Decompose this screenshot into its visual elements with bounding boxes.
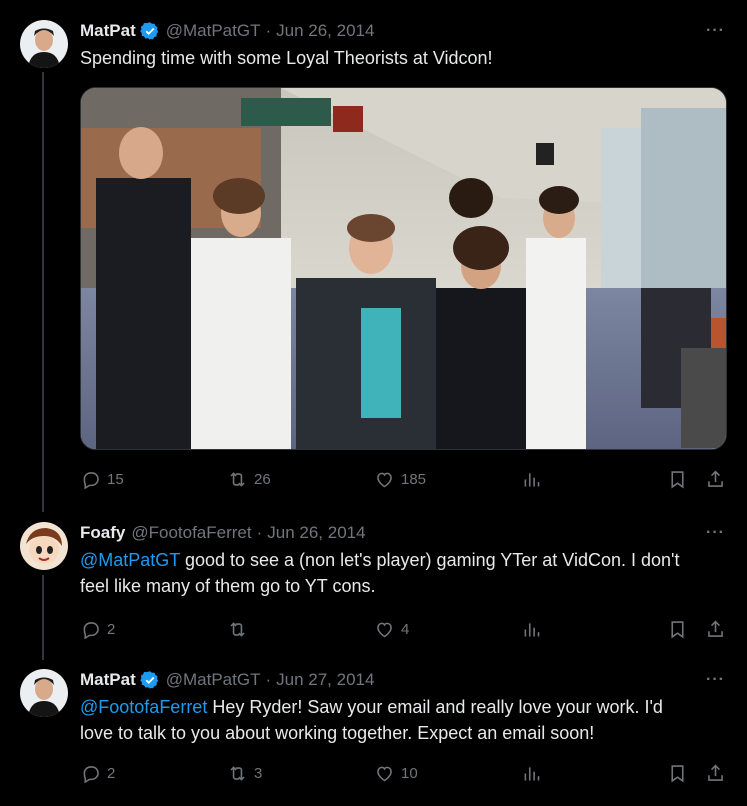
- tweet-date[interactable]: Jun 26, 2014: [267, 523, 365, 543]
- more-options-icon[interactable]: ···: [706, 671, 725, 689]
- reply-icon: [83, 765, 99, 783]
- tweet-text: @MatPatGT good to see a (non let's playe…: [80, 547, 730, 599]
- display-name[interactable]: Foafy: [80, 523, 125, 543]
- bookmark-button[interactable]: [667, 467, 688, 491]
- retweet-count: 3: [254, 764, 263, 782]
- share-icon: [708, 620, 723, 637]
- retweet-button[interactable]: 26: [227, 467, 271, 491]
- bookmark-icon: [671, 764, 684, 782]
- like-button[interactable]: 10: [374, 761, 418, 785]
- display-name[interactable]: MatPat: [80, 670, 136, 690]
- user-handle[interactable]: @MatPatGT: [166, 670, 261, 690]
- tweet-text-line: feel like many of them go to YT cons.: [80, 576, 376, 596]
- like-count: 185: [401, 470, 427, 488]
- bookmark-icon: [671, 620, 684, 638]
- like-button[interactable]: 185: [374, 467, 426, 491]
- reply-count: 15: [107, 470, 124, 488]
- reply-button[interactable]: 2: [80, 761, 115, 785]
- thread-connector: [42, 575, 44, 660]
- views-chart-icon: [524, 472, 540, 486]
- verified-badge-icon: [139, 22, 158, 40]
- share-button[interactable]: [705, 617, 726, 641]
- more-options-icon[interactable]: ···: [706, 524, 725, 542]
- views-chart-icon: [524, 766, 540, 780]
- user-handle[interactable]: @FootofaFerret: [131, 523, 251, 543]
- views-button[interactable]: [521, 617, 542, 641]
- retweet-icon: [230, 471, 245, 487]
- mention-link[interactable]: @MatPatGT: [80, 550, 180, 570]
- reply-count: 2: [107, 764, 116, 782]
- views-button[interactable]: [521, 467, 542, 491]
- tweet-text-line: Hey Ryder! Saw your email and really lov…: [207, 697, 663, 717]
- bookmark-button[interactable]: [667, 617, 688, 641]
- tweet-text: @FootofaFerret Hey Ryder! Saw your email…: [80, 694, 730, 746]
- avatar[interactable]: [20, 20, 68, 68]
- tweet-date[interactable]: Jun 26, 2014: [276, 21, 374, 41]
- views-chart-icon: [524, 622, 540, 636]
- tweet-text-line: love to talk to you about working togeth…: [80, 723, 595, 743]
- bookmark-button[interactable]: [667, 761, 688, 785]
- retweet-icon: [230, 621, 245, 637]
- share-button[interactable]: [705, 761, 726, 785]
- tweet-actions: 15 26 185: [80, 467, 730, 491]
- share-icon: [708, 764, 723, 781]
- heart-icon: [377, 766, 392, 781]
- share-icon: [708, 470, 723, 487]
- avatar[interactable]: [20, 522, 68, 570]
- retweet-button[interactable]: 3: [227, 761, 262, 785]
- verified-badge-icon: [139, 671, 158, 689]
- tweet-actions: 2 4: [80, 617, 730, 641]
- tweet-date[interactable]: Jun 27, 2014: [276, 670, 374, 690]
- like-count: 10: [401, 764, 418, 782]
- views-button[interactable]: [521, 761, 542, 785]
- tweet-actions: 2 3 10: [80, 761, 730, 785]
- separator-dot: ·: [265, 21, 272, 40]
- mention-link[interactable]: @FootofaFerret: [80, 697, 207, 717]
- retweet-count: 26: [254, 470, 271, 488]
- tweet-text: Spending time with some Loyal Theorists …: [80, 48, 493, 68]
- reply-button[interactable]: 2: [80, 617, 115, 641]
- retweet-button[interactable]: [227, 617, 254, 641]
- display-name[interactable]: MatPat: [80, 21, 136, 41]
- bookmark-icon: [671, 470, 684, 488]
- more-options-icon[interactable]: ···: [706, 22, 725, 40]
- reply-icon: [83, 471, 99, 489]
- like-button[interactable]: 4: [374, 617, 409, 641]
- like-count: 4: [401, 620, 410, 638]
- retweet-icon: [230, 765, 245, 781]
- reply-count: 2: [107, 620, 116, 638]
- separator-dot: ·: [265, 670, 272, 689]
- avatar[interactable]: [20, 669, 68, 717]
- user-handle[interactable]: @MatPatGT: [166, 21, 261, 41]
- separator-dot: ·: [256, 523, 263, 542]
- reply-icon: [83, 621, 99, 639]
- tweet-photo[interactable]: [80, 87, 727, 450]
- share-button[interactable]: [705, 467, 726, 491]
- heart-icon: [377, 472, 392, 487]
- thread-connector: [42, 72, 44, 512]
- tweet-text-line: good to see a (non let's player) gaming …: [179, 550, 680, 570]
- heart-icon: [377, 622, 392, 637]
- reply-button[interactable]: 15: [80, 467, 124, 491]
